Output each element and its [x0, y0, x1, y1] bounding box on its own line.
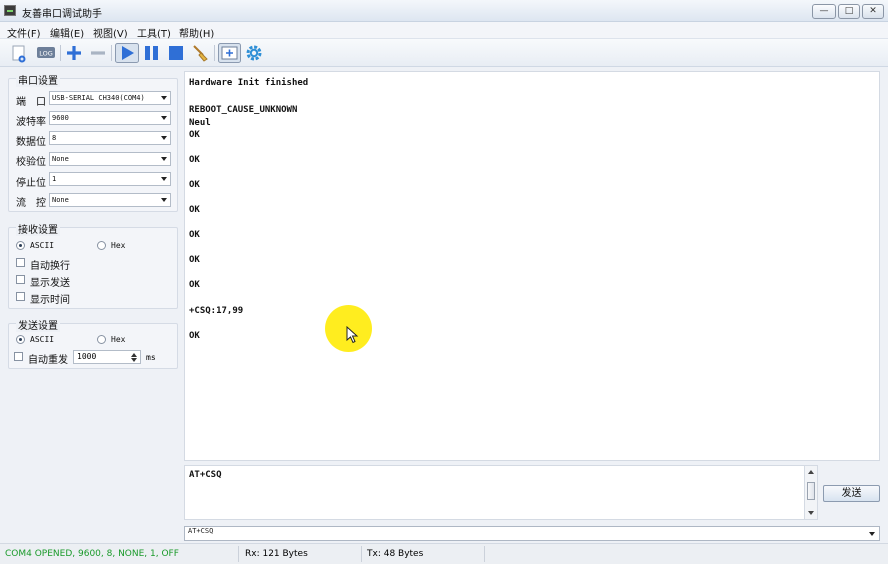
menu-view[interactable]: 视图(V): [93, 25, 128, 40]
mouse-pointer-icon: [346, 326, 359, 344]
title-bar: 友善串口调试助手 — □ ✕: [0, 0, 888, 22]
receive-area[interactable]: Hardware Init finished REBOOT_CAUSE_UNKN…: [184, 71, 880, 461]
send-hex-label: Hex: [111, 335, 126, 344]
show-time-label: 显示时间: [30, 295, 70, 306]
port-label: 端 口: [16, 97, 46, 108]
port-select[interactable]: USB-SERIAL CH340(COM4): [49, 91, 171, 105]
receive-line: Neul: [189, 118, 211, 128]
auto-wrap-checkbox[interactable]: [16, 258, 25, 267]
toolbar: LOG: [0, 39, 888, 67]
history-select[interactable]: AT+CSQ: [184, 526, 880, 541]
tx-count: Tx: 48 Bytes: [367, 549, 424, 559]
parity-label: 校验位: [16, 157, 46, 168]
svg-text:LOG: LOG: [39, 50, 53, 58]
menu-edit[interactable]: 编辑(E): [50, 25, 84, 40]
rx-count: Rx: 121 Bytes: [245, 549, 308, 559]
data-bits-select[interactable]: 8: [49, 131, 171, 145]
send-hex-radio[interactable]: [97, 335, 106, 344]
data-bits-label: 数据位: [16, 137, 46, 148]
flow-control-label: 流 控: [16, 198, 46, 209]
send-input[interactable]: AT+CSQ: [184, 465, 805, 520]
scroll-thumb[interactable]: [807, 482, 815, 500]
new-window-icon[interactable]: [218, 43, 241, 63]
show-time-checkbox[interactable]: [16, 292, 25, 301]
receive-line: OK: [189, 255, 200, 265]
scroll-down-icon[interactable]: [808, 511, 814, 515]
menu-tools[interactable]: 工具(T): [137, 25, 171, 40]
baud-rate-select[interactable]: 9600: [49, 111, 171, 125]
remove-icon[interactable]: [88, 43, 108, 63]
receive-line: OK: [189, 331, 200, 341]
menu-file[interactable]: 文件(F): [7, 25, 41, 40]
auto-resend-label: 自动重发: [28, 355, 68, 366]
new-file-icon[interactable]: [8, 43, 30, 63]
pause-icon[interactable]: [142, 43, 162, 63]
resend-interval-input[interactable]: 1000: [73, 350, 141, 364]
receive-line: OK: [189, 280, 200, 290]
flow-control-select[interactable]: None: [49, 193, 171, 207]
receive-line: OK: [189, 155, 200, 165]
menu-help[interactable]: 帮助(H): [179, 25, 214, 40]
app-icon: [4, 5, 16, 16]
show-sent-label: 显示发送: [30, 278, 70, 289]
clear-broom-icon[interactable]: [190, 43, 210, 63]
receive-ascii-label: ASCII: [30, 241, 55, 250]
menu-bar: 文件(F) 编辑(E) 视图(V) 工具(T) 帮助(H): [0, 22, 888, 40]
minimize-button[interactable]: —: [812, 4, 836, 19]
parity-select[interactable]: None: [49, 152, 171, 166]
send-text: AT+CSQ: [189, 470, 222, 480]
interval-unit: ms: [146, 353, 156, 362]
show-sent-checkbox[interactable]: [16, 275, 25, 284]
receive-line: OK: [189, 180, 200, 190]
send-ascii-radio[interactable]: [16, 335, 25, 344]
receive-line: OK: [189, 230, 200, 240]
baud-rate-label: 波特率: [16, 117, 46, 128]
receive-line: Hardware Init finished: [189, 78, 309, 88]
send-settings-title: 发送设置: [16, 317, 60, 332]
play-icon[interactable]: [115, 43, 139, 63]
spin-down-icon[interactable]: [131, 358, 137, 363]
receive-settings-title: 接收设置: [16, 221, 60, 236]
send-scrollbar[interactable]: [805, 465, 818, 520]
stop-bits-label: 停止位: [16, 178, 46, 189]
receive-ascii-radio[interactable]: [16, 241, 25, 250]
connection-status: COM4 OPENED, 9600, 8, NONE, 1, OFF: [5, 549, 179, 559]
receive-line: REBOOT_CAUSE_UNKNOWN: [189, 105, 298, 115]
stop-bits-select[interactable]: 1: [49, 172, 171, 186]
send-ascii-label: ASCII: [30, 335, 55, 344]
receive-hex-label: Hex: [111, 241, 126, 250]
send-button[interactable]: 发送: [823, 485, 880, 502]
log-icon[interactable]: LOG: [35, 43, 57, 63]
settings-gear-icon[interactable]: [244, 43, 264, 63]
stop-icon[interactable]: [166, 43, 186, 63]
chevron-down-icon[interactable]: [869, 532, 875, 536]
receive-line: OK: [189, 205, 200, 215]
status-bar: COM4 OPENED, 9600, 8, NONE, 1, OFF Rx: 1…: [0, 543, 888, 564]
receive-hex-radio[interactable]: [97, 241, 106, 250]
maximize-button[interactable]: □: [838, 4, 860, 19]
receive-line: OK: [189, 130, 200, 140]
scroll-up-icon[interactable]: [808, 470, 814, 474]
close-button[interactable]: ✕: [862, 4, 884, 19]
serial-settings-title: 串口设置: [16, 72, 60, 87]
receive-line: +CSQ:17,99: [189, 306, 244, 316]
auto-resend-checkbox[interactable]: [14, 352, 23, 361]
add-icon[interactable]: [64, 43, 84, 63]
window-title: 友善串口调试助手: [22, 9, 102, 20]
spin-up-icon[interactable]: [131, 352, 137, 357]
auto-wrap-label: 自动换行: [30, 261, 70, 272]
